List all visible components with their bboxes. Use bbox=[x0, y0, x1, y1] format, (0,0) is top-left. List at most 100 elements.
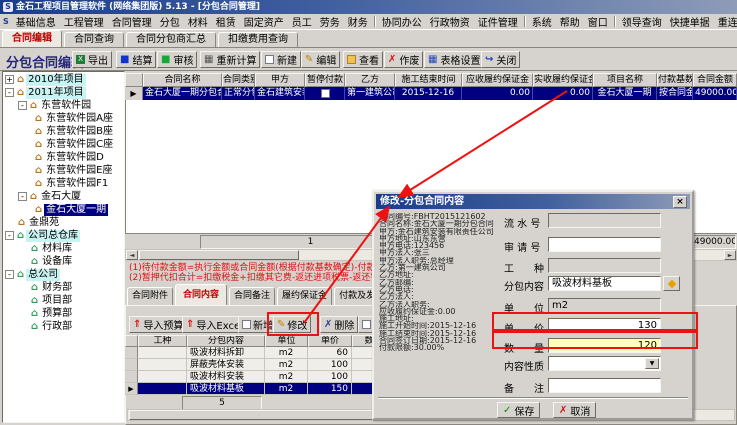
column-header[interactable]: 乙方 bbox=[345, 73, 395, 87]
menu-item[interactable]: 窗口 bbox=[584, 14, 612, 29]
remark-input[interactable] bbox=[548, 378, 661, 393]
column-header[interactable]: 甲方 bbox=[255, 73, 305, 87]
view-button[interactable]: 查看 bbox=[343, 51, 383, 68]
tree-item[interactable]: -⌂总公司 bbox=[3, 268, 124, 281]
menu-item[interactable]: 重连网络 bbox=[714, 14, 737, 29]
void-button[interactable]: ✗作废 bbox=[384, 51, 423, 68]
tree-item[interactable]: +⌂2010年项目 bbox=[3, 73, 124, 86]
table-row-cell[interactable]: m2 bbox=[265, 371, 308, 383]
table-row-cell[interactable]: 金石大厦一期 bbox=[593, 87, 657, 100]
table-settings-button[interactable]: ▦表格设置 bbox=[424, 51, 484, 68]
table-row-cell-selected[interactable] bbox=[138, 383, 187, 395]
menu-item[interactable]: 固定资产 bbox=[240, 14, 288, 29]
menu-item[interactable]: 合同管理 bbox=[108, 14, 156, 29]
table-row-cell-selected[interactable]: 吸波材料基板 bbox=[187, 383, 265, 395]
tree-item[interactable]: ⌂财务部 bbox=[3, 281, 124, 294]
modify-row-button[interactable]: ✎修改 bbox=[273, 316, 311, 333]
save-button[interactable]: ✓保存 bbox=[497, 402, 540, 418]
price-input[interactable]: 130 bbox=[548, 318, 661, 333]
expander-icon[interactable]: + bbox=[5, 75, 14, 84]
expander-icon[interactable]: - bbox=[5, 88, 14, 97]
tree-item[interactable]: ⌂东营软件园E座 bbox=[3, 164, 124, 177]
scroll-right-icon[interactable]: ► bbox=[724, 250, 736, 260]
tree-item[interactable]: ⌂东营软件园A座 bbox=[3, 112, 124, 125]
column-header[interactable] bbox=[125, 335, 138, 347]
menu-item[interactable]: 员工 bbox=[288, 14, 316, 29]
table-row-cell[interactable]: 吸波材料拆卸 bbox=[187, 347, 265, 359]
tree-item[interactable]: ⌂东营软件园B座 bbox=[3, 125, 124, 138]
expander-icon[interactable]: - bbox=[5, 231, 14, 240]
column-header[interactable]: 分包内容 bbox=[187, 335, 265, 347]
table-row-cell[interactable] bbox=[138, 359, 187, 371]
tree-item[interactable]: ⌂材料库 bbox=[3, 242, 124, 255]
scroll-left-icon[interactable]: ◄ bbox=[126, 250, 138, 260]
table-row-cell[interactable]: 2015-12-16 bbox=[395, 87, 462, 100]
table-row-cell-selected[interactable]: 150 bbox=[308, 383, 352, 395]
table-row-cell[interactable]: 60 bbox=[308, 347, 352, 359]
table-row-cell[interactable]: 屏蔽壳体安装 bbox=[187, 359, 265, 371]
table-row-cell[interactable]: m2 bbox=[265, 359, 308, 371]
table-row-cell[interactable]: 正常分包 bbox=[222, 87, 255, 100]
tree-item[interactable]: ⌂金鼎苑 bbox=[3, 216, 124, 229]
expander-icon[interactable]: - bbox=[5, 270, 14, 279]
expander-icon[interactable]: - bbox=[18, 101, 27, 110]
tab-contract-query[interactable]: 合同查询 bbox=[64, 32, 124, 47]
column-header[interactable]: 单位 bbox=[265, 335, 308, 347]
menu-item[interactable]: 证件管理 bbox=[474, 14, 522, 29]
recalculate-button[interactable]: ▦重新计算 bbox=[200, 51, 260, 68]
menu-item[interactable]: 协同办公 bbox=[378, 14, 426, 29]
table-row-cell[interactable]: 第一建筑公司 bbox=[345, 87, 395, 100]
close-button[interactable]: ↪关闭 bbox=[481, 51, 520, 68]
column-header[interactable]: 实收履约保证金 bbox=[533, 73, 593, 87]
table-row-cell[interactable]: 49000.00 bbox=[693, 87, 737, 100]
menu-item[interactable]: 领导查询 bbox=[618, 14, 666, 29]
column-header[interactable]: 单价 bbox=[308, 335, 352, 347]
qty-input[interactable]: 120 bbox=[548, 338, 661, 353]
column-header[interactable]: 应收履约保证金 bbox=[462, 73, 533, 87]
menu-item[interactable]: 工程管理 bbox=[60, 14, 108, 29]
new-button[interactable]: 新建 bbox=[261, 51, 301, 68]
browse-button[interactable] bbox=[663, 276, 680, 291]
column-header[interactable]: 付款基数 bbox=[657, 73, 693, 87]
menu-item[interactable]: 财务 bbox=[344, 14, 372, 29]
table-row-cell[interactable]: 金石大厦一期分包合同 bbox=[143, 87, 222, 100]
nature-select[interactable]: ▼ bbox=[548, 356, 661, 371]
table-row-cell[interactable] bbox=[138, 371, 187, 383]
tab-fee-query[interactable]: 扣缴费用查询 bbox=[218, 32, 298, 47]
tree-item[interactable]: ⌂东营软件园F1 bbox=[3, 177, 124, 190]
import-budget-button[interactable]: ⇑导入预算 bbox=[129, 316, 187, 333]
table-row-cell[interactable] bbox=[138, 347, 187, 359]
column-header[interactable]: 工种 bbox=[138, 335, 187, 347]
column-header[interactable]: 暂停付款 bbox=[305, 73, 345, 87]
table-row-cell[interactable]: 0.00 bbox=[533, 87, 593, 100]
table-row-cell[interactable]: 按合同金额 bbox=[657, 87, 693, 100]
tree-item-selected[interactable]: ⌂金石大厦一期 bbox=[3, 203, 124, 216]
tab-contract-edit[interactable]: 合同编辑 bbox=[2, 30, 62, 47]
table-row-cell-selected[interactable]: m2 bbox=[265, 383, 308, 395]
menu-item[interactable]: 租赁 bbox=[212, 14, 240, 29]
column-header[interactable]: 施工结束时间 bbox=[395, 73, 462, 87]
request-no-input[interactable] bbox=[548, 237, 661, 252]
pause-payment-checkbox[interactable] bbox=[321, 89, 330, 98]
menu-item[interactable]: 行政物资 bbox=[426, 14, 474, 29]
tree-item[interactable]: ⌂预算部 bbox=[3, 307, 124, 320]
dialog-close-icon[interactable]: × bbox=[673, 196, 687, 208]
tree-item[interactable]: ⌂东营软件园D bbox=[3, 151, 124, 164]
tab-performance-bond[interactable]: 履约保证金 bbox=[277, 287, 332, 305]
add-row-button[interactable]: 新增 bbox=[238, 316, 277, 333]
serial-input[interactable] bbox=[548, 213, 661, 228]
column-header[interactable] bbox=[125, 73, 143, 87]
scrollbar-thumb[interactable] bbox=[139, 250, 299, 260]
cancel-button[interactable]: ✗取消 bbox=[553, 402, 596, 418]
menu-item[interactable]: 帮助 bbox=[556, 14, 584, 29]
column-header[interactable]: 合同名称 bbox=[143, 73, 222, 87]
column-header[interactable]: 项目名称 bbox=[593, 73, 657, 87]
tree-item[interactable]: -⌂公司总仓库 bbox=[3, 229, 124, 242]
menu-item[interactable]: 快捷单据 bbox=[666, 14, 714, 29]
expander-icon[interactable]: - bbox=[18, 192, 27, 201]
table-row-cell[interactable]: 吸波材料安装 bbox=[187, 371, 265, 383]
delete-row-button[interactable]: ✗删除 bbox=[320, 316, 358, 333]
table-row-cell[interactable]: 0.00 bbox=[462, 87, 533, 100]
menu-item[interactable]: 劳务 bbox=[316, 14, 344, 29]
table-row-cell[interactable]: 100 bbox=[308, 359, 352, 371]
